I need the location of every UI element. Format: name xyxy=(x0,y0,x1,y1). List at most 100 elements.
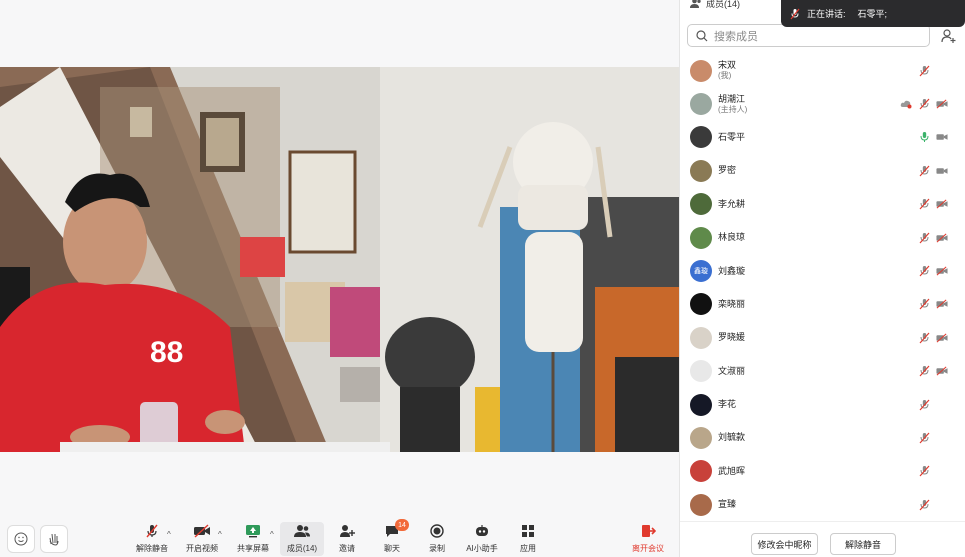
member-row[interactable]: 石零平 xyxy=(680,121,965,154)
mic-muted-icon[interactable] xyxy=(918,198,930,210)
member-row[interactable]: 罗晓媛 xyxy=(680,321,965,354)
member-name: 李允耕 xyxy=(718,198,746,209)
invite-button[interactable]: 邀请 xyxy=(325,522,369,556)
mic-muted-icon[interactable] xyxy=(918,265,930,277)
smiley-icon xyxy=(14,532,28,546)
rename-button[interactable]: 修改会中昵称 xyxy=(751,533,818,555)
member-row[interactable]: 鑫璇 刘鑫璇 xyxy=(680,254,965,287)
member-row[interactable]: 李花 xyxy=(680,388,965,421)
member-name: 刘鑫璇 xyxy=(718,265,746,276)
unmute-options-caret[interactable]: ^ xyxy=(167,530,171,539)
unmute-self-button[interactable]: 解除静音 xyxy=(830,533,896,555)
mic-muted-icon[interactable] xyxy=(918,298,930,310)
avatar xyxy=(690,126,712,149)
member-row[interactable]: 胡潮江 (主持人) xyxy=(680,87,965,120)
member-name: 文淑丽 xyxy=(718,365,746,376)
avatar xyxy=(690,426,712,449)
member-name: 宣臻 xyxy=(718,499,737,510)
member-name: 刘毓款 xyxy=(718,432,746,443)
hand-icon xyxy=(49,533,59,546)
mic-muted-icon[interactable] xyxy=(918,165,930,177)
member-name: 栾晓丽 xyxy=(718,298,746,309)
camera-on-icon[interactable] xyxy=(936,165,948,177)
mic-muted-icon[interactable] xyxy=(918,432,930,444)
mic-muted-icon[interactable] xyxy=(918,65,930,77)
avatar xyxy=(690,59,712,82)
camera-off-icon[interactable] xyxy=(936,198,948,210)
speaking-name: 石零平; xyxy=(857,9,888,19)
mic-muted-icon[interactable] xyxy=(918,232,930,244)
apps-button[interactable]: 应用 xyxy=(506,522,550,556)
member-row[interactable]: 武旭晖 xyxy=(680,455,965,488)
member-row[interactable]: 宋双 (我) xyxy=(680,54,965,87)
search-placeholder: 搜索成员 xyxy=(714,30,758,43)
camera-off-icon[interactable] xyxy=(936,265,948,277)
share-screen-label: 共享屏幕 xyxy=(237,544,269,553)
member-search-input[interactable]: 搜索成员 xyxy=(687,24,930,47)
camera-off-icon[interactable] xyxy=(936,232,948,244)
members-button[interactable]: 成员(14) xyxy=(280,522,324,556)
raise-hand-button[interactable] xyxy=(40,525,68,553)
video-frame: 88 xyxy=(0,67,679,452)
camera-off-icon[interactable] xyxy=(936,298,948,310)
mic-muted-icon[interactable] xyxy=(918,499,930,511)
mic-muted-icon[interactable] xyxy=(918,98,930,110)
members-icon xyxy=(294,525,310,537)
avatar xyxy=(690,93,712,116)
cloud-record-icon xyxy=(900,98,912,110)
invite-label: 邀请 xyxy=(339,544,355,553)
members-panel-footer: 修改会中昵称 解除静音 xyxy=(680,521,965,557)
member-row[interactable]: 罗密 xyxy=(680,154,965,187)
avatar xyxy=(690,326,712,349)
speaker-mic-icon xyxy=(790,8,800,19)
member-row[interactable]: 刘毓款 xyxy=(680,421,965,454)
mic-muted-icon[interactable] xyxy=(918,365,930,377)
ai-assistant-button[interactable]: AI小助手 xyxy=(460,522,504,556)
mic-muted-icon[interactable] xyxy=(918,332,930,344)
member-row[interactable]: 宣臻 xyxy=(680,488,965,521)
member-row[interactable]: 林良琼 xyxy=(680,221,965,254)
member-name: 罗晓媛 xyxy=(718,332,746,343)
leave-meeting-button[interactable]: 离开会议 xyxy=(626,522,670,556)
mic-muted-icon xyxy=(146,524,158,538)
camera-off-icon[interactable] xyxy=(936,365,948,377)
svg-text:88: 88 xyxy=(150,336,183,369)
share-options-caret[interactable]: ^ xyxy=(270,530,274,539)
avatar xyxy=(690,293,712,316)
mic-on-icon[interactable] xyxy=(918,131,930,143)
camera-placeholder xyxy=(936,65,948,77)
mic-muted-icon[interactable] xyxy=(918,399,930,411)
ai-assistant-label: AI小助手 xyxy=(466,544,498,553)
member-row[interactable]: 文淑丽 xyxy=(680,355,965,388)
video-options-caret[interactable]: ^ xyxy=(218,530,222,539)
start-video-button[interactable]: 开启视频 xyxy=(180,522,224,556)
camera-off-icon[interactable] xyxy=(936,98,948,110)
unmute-button[interactable]: 解除静音 xyxy=(130,522,174,556)
apps-grid-icon xyxy=(522,525,534,537)
record-icon xyxy=(430,524,444,538)
unmute-label: 解除静音 xyxy=(136,544,168,553)
camera-off-icon[interactable] xyxy=(936,332,948,344)
camera-placeholder xyxy=(936,399,948,411)
member-row[interactable]: 栾晓丽 xyxy=(680,288,965,321)
avatar xyxy=(690,393,712,416)
avatar-initials: 鑫璇 xyxy=(694,268,708,276)
mic-muted-icon[interactable] xyxy=(918,465,930,477)
avatar: 鑫璇 xyxy=(690,260,712,283)
record-button[interactable]: 录制 xyxy=(415,522,459,556)
active-speaker-video[interactable]: 88 xyxy=(0,67,679,452)
member-name: 石零平 xyxy=(718,131,746,142)
members-label: 成员(14) xyxy=(286,544,318,553)
member-row[interactable]: 李允耕 xyxy=(680,188,965,221)
share-screen-button[interactable]: 共享屏幕 xyxy=(231,522,275,556)
camera-on-icon[interactable] xyxy=(936,131,948,143)
chat-label: 聊天 xyxy=(384,544,400,553)
members-panel: 成员(14) 搜索成员 宋双 (我) 胡潮江 (主持人) 石零平 罗密 李允耕 林良琼 鑫璇 刘鑫… xyxy=(679,0,965,557)
avatar xyxy=(690,226,712,249)
member-name: 宋双 xyxy=(718,60,737,71)
chat-button[interactable]: 14 聊天 xyxy=(370,519,414,556)
apps-label: 应用 xyxy=(520,544,536,553)
emoji-button[interactable] xyxy=(7,525,35,553)
add-member-button[interactable] xyxy=(936,24,960,47)
leave-meeting-label: 离开会议 xyxy=(632,544,664,553)
